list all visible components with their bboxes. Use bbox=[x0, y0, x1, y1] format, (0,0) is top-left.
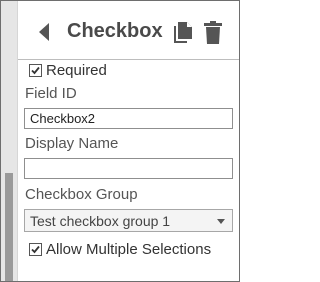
checkbox-group-selected: Test checkbox group 1 bbox=[30, 213, 171, 229]
allow-multiple-checkbox-row[interactable]: Allow Multiple Selections bbox=[29, 241, 211, 258]
checkmark-icon bbox=[31, 66, 40, 75]
checkbox-group-label: Checkbox Group bbox=[25, 186, 138, 203]
scrollbar[interactable] bbox=[1, 1, 18, 281]
field-id-input[interactable] bbox=[24, 108, 233, 129]
checkbox-group-select[interactable]: Test checkbox group 1 bbox=[24, 209, 233, 232]
back-arrow-icon[interactable] bbox=[38, 22, 50, 42]
field-id-label: Field ID bbox=[25, 85, 77, 102]
required-checkbox[interactable] bbox=[29, 64, 42, 77]
panel-header: Checkbox bbox=[18, 1, 239, 60]
form-content: Required Field ID Display Name Checkbox … bbox=[18, 60, 239, 281]
required-checkbox-row[interactable]: Required bbox=[29, 62, 107, 79]
copy-icon[interactable] bbox=[172, 22, 192, 44]
checkmark-icon bbox=[31, 245, 40, 254]
dropdown-arrow-icon bbox=[217, 219, 225, 224]
required-label: Required bbox=[46, 62, 107, 79]
properties-panel: Checkbox Required Field ID Display Name … bbox=[0, 0, 240, 282]
scrollbar-thumb[interactable] bbox=[5, 173, 13, 281]
allow-multiple-label: Allow Multiple Selections bbox=[46, 241, 212, 258]
display-name-input[interactable] bbox=[24, 158, 233, 179]
allow-multiple-checkbox[interactable] bbox=[29, 243, 42, 256]
display-name-label: Display Name bbox=[25, 135, 119, 152]
trash-icon[interactable] bbox=[204, 21, 222, 44]
page-title: Checkbox bbox=[67, 20, 163, 42]
